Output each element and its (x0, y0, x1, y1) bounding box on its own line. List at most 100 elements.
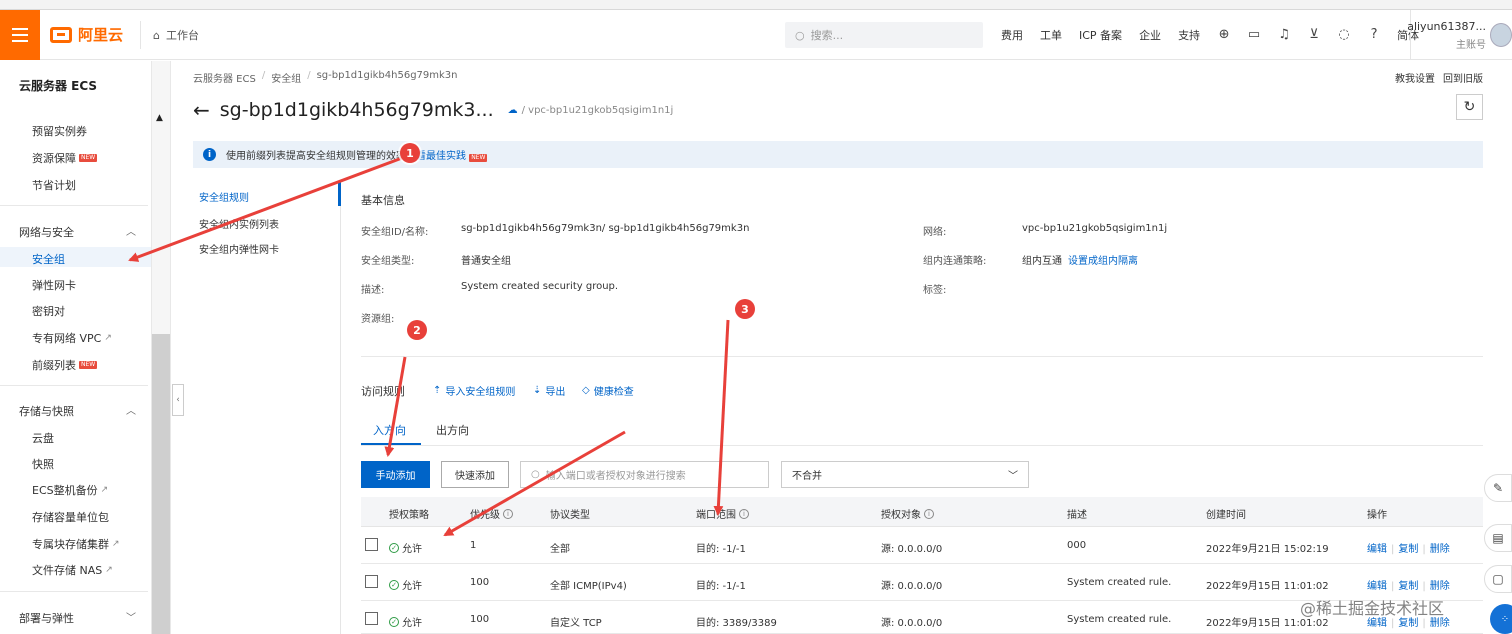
external-link-icon: ↗ (112, 539, 120, 549)
annotation-marker-3: 3 (735, 299, 755, 319)
manual-add-button[interactable]: 手动添加 (361, 461, 430, 488)
sidebar-item-reserved-instance[interactable]: 预留实例券 (32, 123, 87, 139)
chat-icon[interactable]: ▢ (1484, 565, 1512, 593)
sidebar-group-network[interactable]: 网络与安全 (19, 224, 74, 240)
set-isolation-link[interactable]: 设置成组内隔离 (1068, 256, 1138, 267)
lightbulb-icon[interactable]: ◌ (1337, 28, 1351, 42)
sidebar-scrollbar[interactable]: ▲ (152, 61, 171, 634)
external-link-icon: ↗ (100, 485, 109, 495)
actions-cell: 编辑 | 复制 | 删除 (1367, 540, 1450, 555)
tab-outbound[interactable]: 出方向 (436, 422, 469, 438)
row-checkbox[interactable] (365, 575, 378, 588)
back-arrow-icon[interactable]: ← (193, 98, 210, 122)
help-icon[interactable]: ? (1367, 28, 1381, 42)
refresh-button[interactable]: ↻ (1456, 94, 1483, 120)
desc-cell: System created rule. (1067, 577, 1172, 588)
bell-icon[interactable]: ♫ (1277, 28, 1291, 42)
sidebar-item-keypair[interactable]: 密钥对 (32, 303, 65, 319)
avatar[interactable] (1490, 23, 1512, 47)
cart-icon[interactable]: ⊻ (1307, 28, 1321, 42)
sidebar-item-snapshot[interactable]: 快照 (32, 456, 54, 472)
sidebar-item-ecs-backup[interactable]: ECS整机备份 ↗ (32, 482, 108, 498)
protocol-cell: 全部 ICMP(IPv4) (550, 581, 627, 592)
sidebar-item-savings-plan[interactable]: 节省计划 (32, 177, 76, 193)
import-rules-button[interactable]: ⇡ 导入安全组规则 (433, 383, 515, 398)
protocol-cell: 全部 (550, 544, 570, 555)
notes-icon[interactable]: ▤ (1484, 524, 1512, 552)
page-title: sg-bp1d1gikb4h56g79mk3... (219, 99, 494, 121)
copy-link[interactable]: 复制 (1398, 544, 1418, 555)
breadcrumb-security-group[interactable]: 安全组 (271, 70, 301, 85)
section-divider (361, 356, 1483, 357)
edit-link[interactable]: 编辑 (1367, 618, 1387, 629)
sidebar-item-security-group[interactable]: 安全组 (32, 251, 65, 267)
help-icon[interactable]: i (924, 508, 934, 519)
top-link-ticket[interactable]: 工单 (1040, 27, 1062, 43)
policy-text: 允许 (402, 544, 422, 555)
brand-logo[interactable]: 阿里云 (50, 24, 123, 45)
user-account[interactable]: aliyun61387... 主账号 (1407, 10, 1486, 60)
top-link-enterprise[interactable]: 企业 (1139, 27, 1161, 43)
policy-text: 允许 (402, 581, 422, 592)
delete-link[interactable]: 删除 (1430, 544, 1450, 555)
menu-icon[interactable] (0, 10, 40, 60)
col-port: 端口范围 i (696, 506, 749, 521)
sidebar-item-label: 预留实例券 (32, 125, 87, 138)
tab-enis[interactable]: 安全组内弹性网卡 (199, 241, 279, 256)
top-link-icp[interactable]: ICP 备案 (1079, 27, 1122, 43)
row-checkbox[interactable] (365, 612, 378, 625)
sidebar-item-label: 弹性网卡 (32, 279, 76, 292)
collapse-sidebar-button[interactable]: ‹ (172, 384, 184, 416)
edit-link[interactable]: 编辑 (1367, 581, 1387, 592)
scroll-up-icon[interactable]: ▲ (156, 113, 163, 123)
sidebar-group-deploy[interactable]: 部署与弹性 (19, 610, 74, 626)
chevron-up-icon[interactable]: ︿ (126, 402, 136, 417)
top-link-support[interactable]: 支持 (1178, 27, 1200, 43)
import-label: 导入安全组规则 (445, 387, 516, 398)
delete-link[interactable]: 删除 (1430, 618, 1450, 629)
tab-instances[interactable]: 安全组内实例列表 (199, 216, 279, 231)
sidebar-item-eni[interactable]: 弹性网卡 (32, 277, 76, 293)
sidebar-item-storage-unit[interactable]: 存储容量单位包 (32, 509, 109, 525)
edit-pen-icon[interactable]: ✎ (1484, 474, 1512, 502)
export-button[interactable]: ⇣ 导出 (533, 383, 565, 398)
sidebar-item-prefix-list[interactable]: 前缀列表 NEW (32, 357, 98, 373)
quick-add-button[interactable]: 快速添加 (441, 461, 509, 488)
sidebar-group-storage[interactable]: 存储与快照 (19, 403, 74, 419)
old-version-link[interactable]: 回到旧版 (1443, 70, 1483, 85)
sidebar-item-resource-guarantee[interactable]: 资源保障 NEW (32, 150, 98, 166)
op-separator: | (1391, 618, 1395, 629)
tab-rules[interactable]: 安全组规则 (199, 189, 249, 204)
row-checkbox[interactable] (365, 538, 378, 551)
copy-link[interactable]: 复制 (1398, 618, 1418, 629)
sidebar-item-disk[interactable]: 云盘 (32, 430, 54, 446)
edit-link[interactable]: 编辑 (1367, 544, 1387, 555)
top-link-fees[interactable]: 费用 (1001, 27, 1023, 43)
workbench-link[interactable]: ⌂ 工作台 (140, 21, 211, 49)
help-icon[interactable]: i (739, 508, 749, 519)
assistant-icon[interactable]: ⁘ (1490, 604, 1512, 634)
breadcrumb-ecs[interactable]: 云服务器 ECS (193, 70, 256, 85)
sidebar-item-dedicated-block[interactable]: 专属块存储集群 ↗ (32, 536, 120, 552)
terminal-icon[interactable]: ▭ (1247, 28, 1261, 42)
app-icon[interactable]: ⊕ (1217, 28, 1231, 42)
col-desc: 描述 (1067, 506, 1087, 521)
teach-me-link[interactable]: 教我设置 (1395, 70, 1435, 85)
tab-inbound[interactable]: 入方向 (373, 422, 406, 438)
policy-cell: ✓ 允许 (389, 577, 422, 592)
sidebar-item-vpc[interactable]: 专有网络 VPC ↗ (32, 330, 112, 346)
help-icon[interactable]: i (503, 508, 513, 519)
delete-link[interactable]: 删除 (1430, 581, 1450, 592)
top-navbar: 阿里云 ⌂ 工作台 ○ 搜索... 费用 工单 ICP 备案 企业 支持 ⊕ ▭… (0, 10, 1512, 60)
new-badge: NEW (79, 361, 98, 369)
merge-select[interactable]: 不合并 ﹀ (781, 461, 1029, 488)
scrollbar-thumb[interactable] (152, 334, 170, 634)
chevron-up-icon[interactable]: ︿ (126, 223, 136, 238)
sidebar: 云服务器 ECS 预留实例券 资源保障 NEW 节省计划 网络与安全 ︿ 安全组 … (0, 61, 152, 634)
global-search-input[interactable]: ○ 搜索... (785, 22, 983, 48)
health-check-button[interactable]: ◇ 健康检查 (582, 383, 634, 398)
rule-search-input[interactable]: ○ 输入端口或者授权对象进行搜索 (520, 461, 769, 488)
copy-link[interactable]: 复制 (1398, 581, 1418, 592)
sidebar-item-nas[interactable]: 文件存储 NAS ↗ (32, 562, 113, 578)
chevron-down-icon[interactable]: ﹀ (126, 609, 136, 624)
